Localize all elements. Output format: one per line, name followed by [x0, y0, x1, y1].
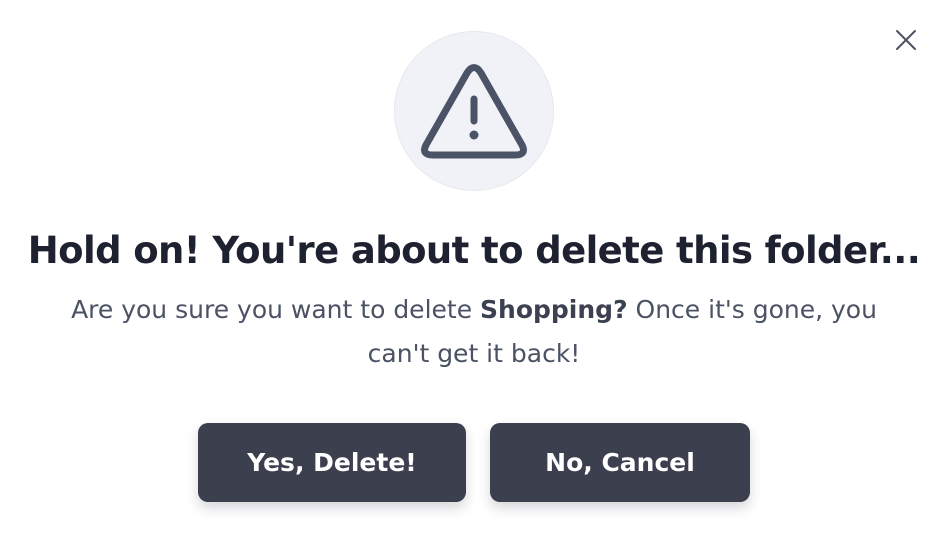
close-icon	[896, 30, 916, 50]
cancel-button[interactable]: No, Cancel	[490, 423, 750, 502]
cancel-label: No, Cancel	[545, 448, 695, 477]
confirm-delete-button[interactable]: Yes, Delete!	[198, 423, 466, 502]
message-prefix: Are you sure you want to delete	[71, 295, 481, 324]
warning-triangle-icon	[421, 64, 527, 159]
close-button[interactable]	[890, 24, 922, 56]
confirm-delete-label: Yes, Delete!	[247, 448, 417, 477]
delete-folder-dialog: Hold on! You're about to delete this fol…	[0, 0, 948, 536]
folder-name: Shopping?	[480, 295, 628, 324]
dialog-message: Are you sure you want to delete Shopping…	[40, 288, 908, 376]
warning-icon-badge	[394, 31, 554, 191]
dialog-title: Hold on! You're about to delete this fol…	[27, 229, 921, 272]
